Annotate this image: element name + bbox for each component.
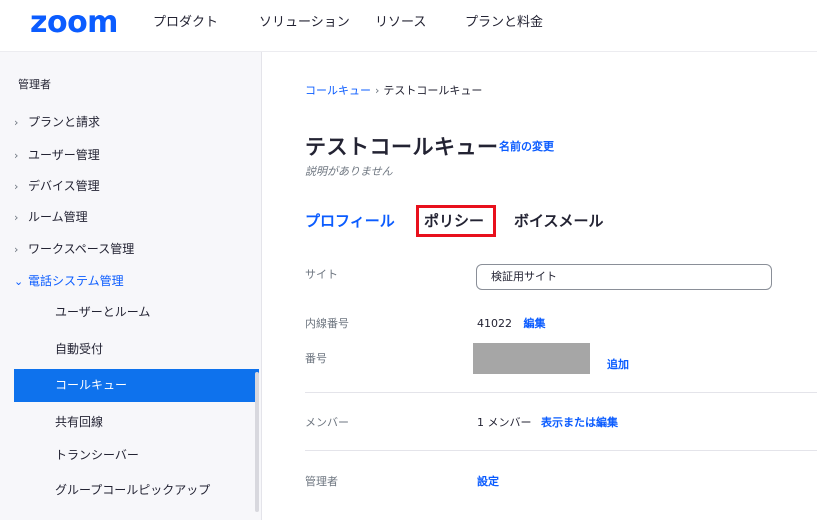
chevron-right-icon: ›	[14, 180, 19, 193]
sidebar-item-label: デバイス管理	[28, 179, 100, 193]
extension-edit-link[interactable]: 編集	[524, 317, 546, 330]
admin-settings-link[interactable]: 設定	[477, 473, 499, 489]
highlight-box	[416, 205, 496, 237]
nav-solutions[interactable]: ソリューション	[259, 14, 350, 32]
sidebar: 管理者 › プランと請求 › ユーザー管理 › デバイス管理 › ルーム管理 › ワークス…	[0, 52, 262, 520]
sidebar-item-workspace-management[interactable]: › ワークスペース管理	[14, 234, 259, 264]
site-label: サイト	[305, 268, 338, 281]
extension-number: 41022	[477, 317, 512, 330]
tab-voicemail[interactable]: ボイスメール	[514, 210, 604, 231]
chevron-right-icon: ›	[14, 116, 19, 129]
zoom-logo[interactable]: zoom	[30, 6, 118, 40]
breadcrumb: コールキュー › テストコールキュー	[305, 82, 482, 98]
sidebar-item-label: ワークスペース管理	[28, 242, 135, 256]
sidebar-subitem-call-queue[interactable]: コールキュー	[14, 369, 259, 402]
main-content: コールキュー › テストコールキュー テストコールキュー 名前の変更 説明がありませ…	[263, 52, 817, 520]
nav-products[interactable]: プロダクト	[153, 14, 218, 32]
chevron-right-icon: ›	[14, 211, 19, 224]
tab-profile[interactable]: プロフィール	[305, 210, 395, 231]
sidebar-item-label: ルーム管理	[28, 210, 88, 224]
breadcrumb-parent-link[interactable]: コールキュー	[305, 84, 371, 97]
chevron-right-icon: ›	[14, 149, 19, 162]
sidebar-subitem-auto-receptionist[interactable]: 自動受付	[14, 333, 259, 366]
page-description: 説明がありません	[305, 165, 393, 178]
nav-pricing[interactable]: プランと料金	[465, 14, 543, 32]
sidebar-subitem-transceiver[interactable]: トランシーバー	[14, 439, 259, 472]
sidebar-item-room-management[interactable]: › ルーム管理	[14, 202, 259, 232]
members-view-edit-link[interactable]: 表示または編集	[541, 416, 618, 429]
masked-number	[473, 343, 590, 374]
sidebar-subitem-shared-lines[interactable]: 共有回線	[14, 406, 259, 439]
sidebar-subitem-group-call-pickup[interactable]: グループコールピックアップ	[14, 474, 259, 507]
breadcrumb-current: テストコールキュー	[383, 84, 483, 97]
extension-value: 41022 編集	[477, 315, 546, 331]
sidebar-item-plans-billing[interactable]: › プランと請求	[14, 107, 259, 137]
sidebar-item-user-management[interactable]: › ユーザー管理	[14, 140, 259, 170]
breadcrumb-separator-icon: ›	[375, 84, 380, 97]
sidebar-item-label: ユーザー管理	[28, 148, 100, 162]
divider	[305, 392, 817, 393]
sidebar-scrollbar[interactable]	[255, 372, 259, 512]
page-title: テストコールキュー	[305, 135, 499, 159]
sidebar-subitem-users-rooms[interactable]: ユーザーとルーム	[14, 296, 259, 329]
extension-label: 内線番号	[305, 317, 349, 330]
members-label: メンバー	[305, 416, 349, 429]
site-select[interactable]: 検証用サイト	[476, 264, 772, 290]
number-label: 番号	[305, 352, 327, 365]
sidebar-item-label: プランと請求	[28, 115, 101, 129]
nav-resources[interactable]: リソース	[375, 14, 426, 32]
admin-label: 管理者	[305, 475, 338, 488]
sidebar-item-device-management[interactable]: › デバイス管理	[14, 171, 259, 201]
number-add-link[interactable]: 追加	[607, 356, 629, 372]
chevron-right-icon: ›	[14, 243, 19, 256]
sidebar-item-phone-system-management[interactable]: ⌄ 電話システム管理	[14, 266, 259, 296]
rename-link[interactable]: 名前の変更	[499, 138, 554, 154]
chevron-down-icon: ⌄	[14, 275, 24, 288]
divider	[305, 450, 817, 451]
members-count: 1 メンバー	[477, 416, 532, 429]
members-value: 1 メンバー 表示または編集	[477, 414, 618, 430]
sidebar-item-label: 電話システム管理	[28, 274, 124, 288]
top-navigation: zoom プロダクト ソリューション リソース プランと料金	[0, 0, 817, 52]
sidebar-heading: 管理者	[18, 78, 51, 91]
